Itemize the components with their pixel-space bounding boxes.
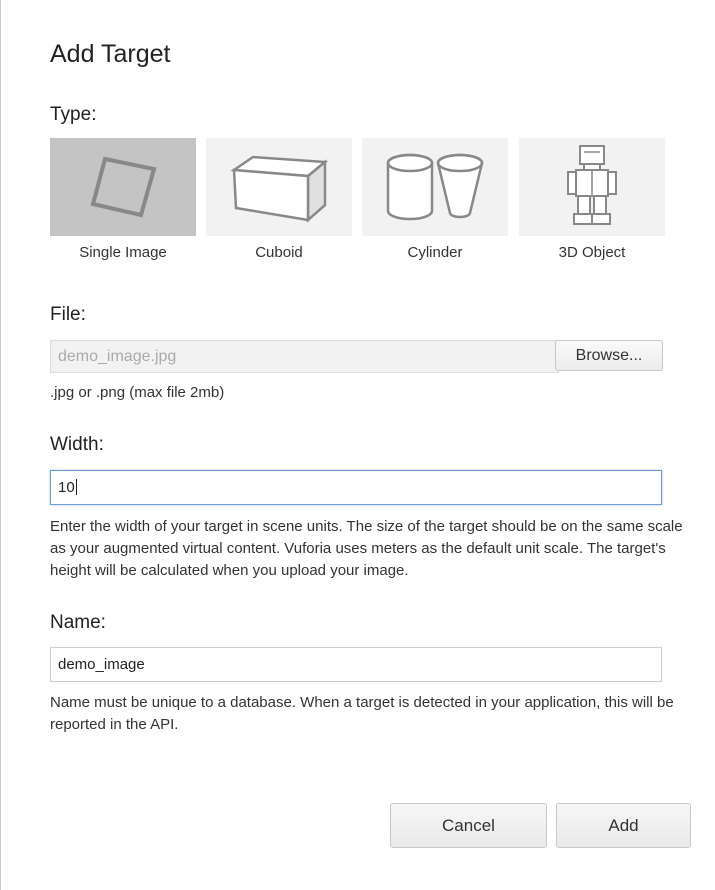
file-hint: .jpg or .png (max file 2mb): [50, 384, 225, 401]
type-option-label: Cylinder: [407, 244, 463, 261]
cuboid-icon: [230, 155, 329, 223]
width-input-value: 10: [58, 479, 75, 496]
type-option-label: Cuboid: [255, 244, 303, 261]
file-path-field[interactable]: demo_image.jpg: [50, 340, 559, 373]
type-option-cuboid[interactable]: Cuboid: [206, 138, 352, 261]
type-option-label: Single Image: [79, 244, 167, 261]
dialog-title: Add Target: [50, 40, 171, 68]
type-label: Type:: [50, 104, 97, 125]
file-label: File:: [50, 304, 86, 325]
cancel-button[interactable]: Cancel: [390, 803, 547, 848]
type-option-label: 3D Object: [558, 244, 626, 261]
width-label: Width:: [50, 434, 104, 455]
text-caret: [75, 479, 77, 495]
name-input[interactable]: demo_image: [50, 647, 662, 682]
window-edge: [0, 0, 1, 890]
type-selector: Single Image Cuboid Cylinder 3D Object: [50, 138, 670, 268]
3d-object-icon: [567, 145, 617, 225]
single-image-icon: [90, 156, 157, 218]
type-option-single-image[interactable]: Single Image: [50, 138, 196, 261]
width-hint: Enter the width of your target in scene …: [50, 518, 683, 579]
type-option-cylinder[interactable]: Cylinder: [362, 138, 508, 261]
browse-button[interactable]: Browse...: [555, 340, 663, 371]
add-button[interactable]: Add: [556, 803, 691, 848]
name-hint: Name must be unique to a database. When …: [50, 694, 674, 733]
width-input[interactable]: 10: [50, 470, 662, 505]
type-option-3d-object[interactable]: 3D Object: [519, 138, 665, 261]
cylinder-icon: [386, 153, 484, 221]
name-label: Name:: [50, 612, 106, 633]
file-row: demo_image.jpg Browse...: [50, 340, 664, 373]
